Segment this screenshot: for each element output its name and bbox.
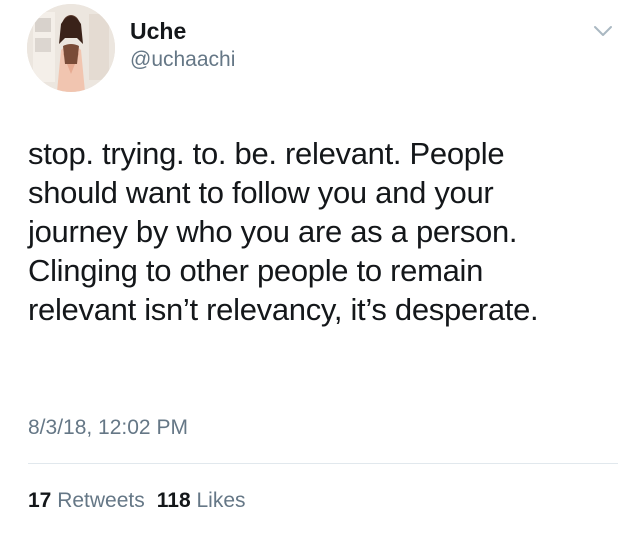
tweet-card: Uche @uchaachi stop. trying. to. be. rel… [0,0,639,536]
tweet-text-line: relevant isn’t relevancy, it’s desperate… [28,292,539,327]
tweet-timestamp[interactable]: 8/3/18, 12:02 PM [28,416,188,440]
display-name[interactable]: Uche [130,18,186,44]
tweet-text: stop. trying. to. be. relevant. People s… [28,134,628,329]
likes-stat[interactable]: 118 Likes [157,489,246,512]
likes-label: Likes [196,489,246,512]
avatar[interactable] [27,4,115,92]
retweets-stat[interactable]: 17 Retweets [28,489,145,512]
likes-count: 118 [156,489,191,512]
tweet-text-line: stop. trying. to. be. relevant. People [28,136,505,171]
chevron-down-icon[interactable] [592,22,614,40]
avatar-photo [27,4,115,92]
tweet-stats: 17 Retweets 118 Likes [28,489,246,513]
retweets-label: Retweets [57,489,145,512]
tweet-text-line: should want to follow you and your [28,175,494,210]
tweet-text-line: journey by who you are as a person. [28,214,518,249]
divider [28,463,618,464]
retweets-count: 17 [28,489,52,512]
tweet-text-line: Clinging to other people to remain [28,253,484,288]
user-handle[interactable]: @uchaachi [130,48,235,72]
